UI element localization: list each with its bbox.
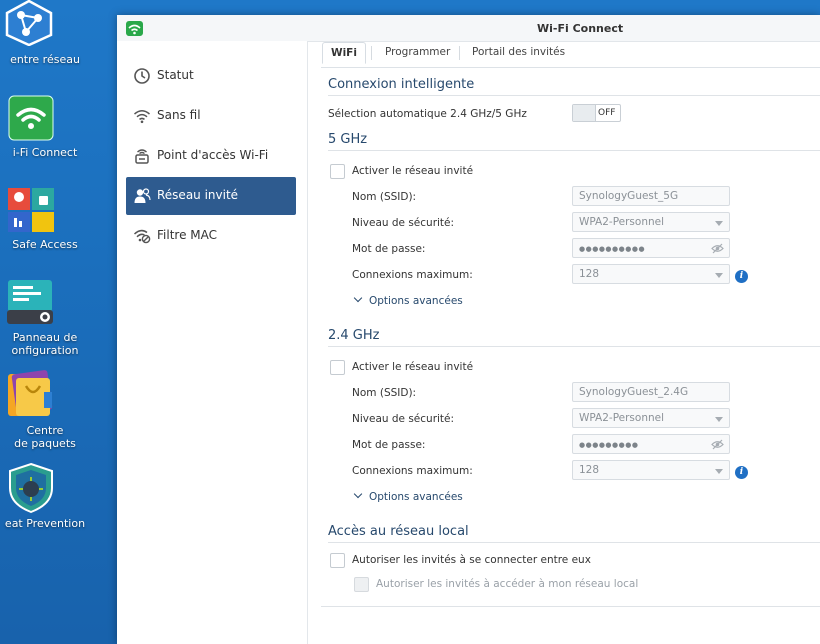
safe-access-icon — [8, 188, 54, 232]
wifi-filter-icon — [133, 229, 151, 244]
tab-bar: WiFi Programmer Portail des invités — [321, 41, 820, 68]
allow-guests-checkbox[interactable] — [330, 553, 345, 568]
enable-guest-24ghz-label: Activer le réseau invité — [352, 361, 474, 373]
advanced-options-24ghz[interactable]: Options avancées — [353, 489, 463, 503]
desktop-label: Centre de paquets — [14, 424, 76, 450]
wifi-connect-icon — [8, 95, 54, 141]
password-value: ●●●●●●●●●● — [579, 245, 646, 253]
router-icon — [135, 149, 149, 164]
main-content: WiFi Programmer Portail des invités Conn… — [321, 41, 820, 644]
allow-local-access-label: Autoriser les invités à accéder à mon ré… — [376, 578, 639, 590]
section-title-local-access: Accès au réseau local — [328, 524, 469, 539]
sidebar-item-access-point[interactable]: Point d'accès Wi-Fi — [126, 137, 296, 175]
app-logo-icon — [126, 21, 143, 36]
section-title-5ghz: 5 GHz — [328, 132, 368, 147]
max-connections-label: Connexions maximum: — [352, 269, 473, 281]
sidebar-item-label: Statut — [157, 68, 194, 82]
sidebar: Statut Sans fil Point d'accès Wi-Fi Rése… — [117, 41, 308, 644]
enable-guest-24ghz-checkbox[interactable] — [330, 360, 345, 375]
ssid-label: Nom (SSID): — [352, 387, 417, 399]
auto-band-label: Sélection automatique 2.4 GHz/5 GHz — [328, 108, 527, 120]
chevron-down-icon — [353, 489, 363, 499]
info-icon[interactable]: i — [735, 466, 748, 479]
ssid-label: Nom (SSID): — [352, 191, 417, 203]
password-24ghz-field[interactable]: ●●●●●●●●● — [572, 434, 730, 454]
advanced-options-label: Options avancées — [369, 491, 463, 503]
desktop-label: i-Fi Connect — [12, 146, 78, 159]
desktop-label: Safe Access — [12, 238, 78, 251]
wifi-connect-window: Wi-Fi Connect Statut Sans fil Point d'ac… — [117, 15, 820, 644]
divider — [321, 606, 820, 607]
hide-password-icon[interactable] — [711, 243, 724, 254]
control-panel-icon — [7, 280, 53, 324]
tab-divider — [459, 46, 460, 60]
desktop-label: eat Prevention — [4, 517, 86, 530]
tab-wifi[interactable]: WiFi — [322, 42, 366, 64]
password-value: ●●●●●●●●● — [579, 441, 639, 449]
enable-guest-5ghz-label: Activer le réseau invité — [352, 165, 474, 177]
password-5ghz-field[interactable]: ●●●●●●●●●● — [572, 238, 730, 258]
security-5ghz-select[interactable]: WPA2-Personnel — [572, 212, 730, 232]
ssid-5ghz-field[interactable]: SynologyGuest_5G — [572, 186, 730, 206]
sidebar-item-label: Point d'accès Wi-Fi — [157, 148, 269, 162]
advanced-options-5ghz[interactable]: Options avancées — [353, 293, 463, 307]
divider — [328, 150, 820, 151]
advanced-options-label: Options avancées — [369, 295, 463, 307]
sidebar-item-wireless[interactable]: Sans fil — [126, 97, 296, 135]
max-connections-24ghz-select[interactable]: 128 — [572, 460, 730, 480]
divider — [328, 542, 820, 543]
wifi-icon — [134, 110, 150, 124]
allow-local-access-checkbox[interactable] — [354, 577, 369, 592]
section-title-24ghz: 2.4 GHz — [328, 328, 380, 343]
threat-prevention-icon — [9, 462, 53, 514]
toggle-state: OFF — [598, 108, 616, 118]
ssid-24ghz-field[interactable]: SynologyGuest_2.4G — [572, 382, 730, 402]
security-24ghz-select[interactable]: WPA2-Personnel — [572, 408, 730, 428]
divider — [328, 95, 820, 96]
sidebar-item-label: Sans fil — [157, 108, 201, 122]
max-connections-5ghz-select[interactable]: 128 — [572, 264, 730, 284]
password-label: Mot de passe: — [352, 439, 426, 451]
allow-guests-label: Autoriser les invités à se connecter ent… — [352, 554, 591, 566]
sidebar-item-label: Réseau invité — [157, 188, 239, 202]
section-title-smart-connect: Connexion intelligente — [328, 77, 475, 92]
hide-password-icon[interactable] — [711, 439, 724, 450]
guest-user-icon — [134, 188, 151, 203]
divider — [328, 346, 820, 347]
sidebar-item-mac-filter[interactable]: Filtre MAC — [126, 217, 296, 255]
tab-schedule[interactable]: Programmer — [385, 46, 450, 58]
sidebar-item-status[interactable]: Statut — [126, 57, 296, 95]
sidebar-item-label: Filtre MAC — [157, 228, 217, 242]
window-titlebar[interactable]: Wi-Fi Connect — [117, 15, 820, 42]
package-center-icon — [8, 370, 53, 416]
network-center-icon — [5, 0, 53, 46]
desktop-label: Panneau de onfiguration — [11, 331, 79, 357]
security-label: Niveau de sécurité: — [352, 413, 455, 425]
smart-connect-toggle[interactable]: OFF — [572, 104, 621, 122]
enable-guest-5ghz-checkbox[interactable] — [330, 164, 345, 179]
sidebar-item-guest-network[interactable]: Réseau invité — [126, 177, 296, 215]
password-label: Mot de passe: — [352, 243, 426, 255]
tab-divider — [371, 46, 372, 60]
toggle-knob — [573, 105, 596, 121]
desktop-label: entre réseau — [10, 53, 80, 66]
security-label: Niveau de sécurité: — [352, 217, 455, 229]
max-connections-label: Connexions maximum: — [352, 465, 473, 477]
window-title: Wi-Fi Connect — [537, 22, 624, 35]
info-icon[interactable]: i — [735, 270, 748, 283]
chevron-down-icon — [353, 293, 363, 303]
clock-icon — [134, 68, 150, 84]
tab-guest-portal[interactable]: Portail des invités — [472, 46, 565, 58]
